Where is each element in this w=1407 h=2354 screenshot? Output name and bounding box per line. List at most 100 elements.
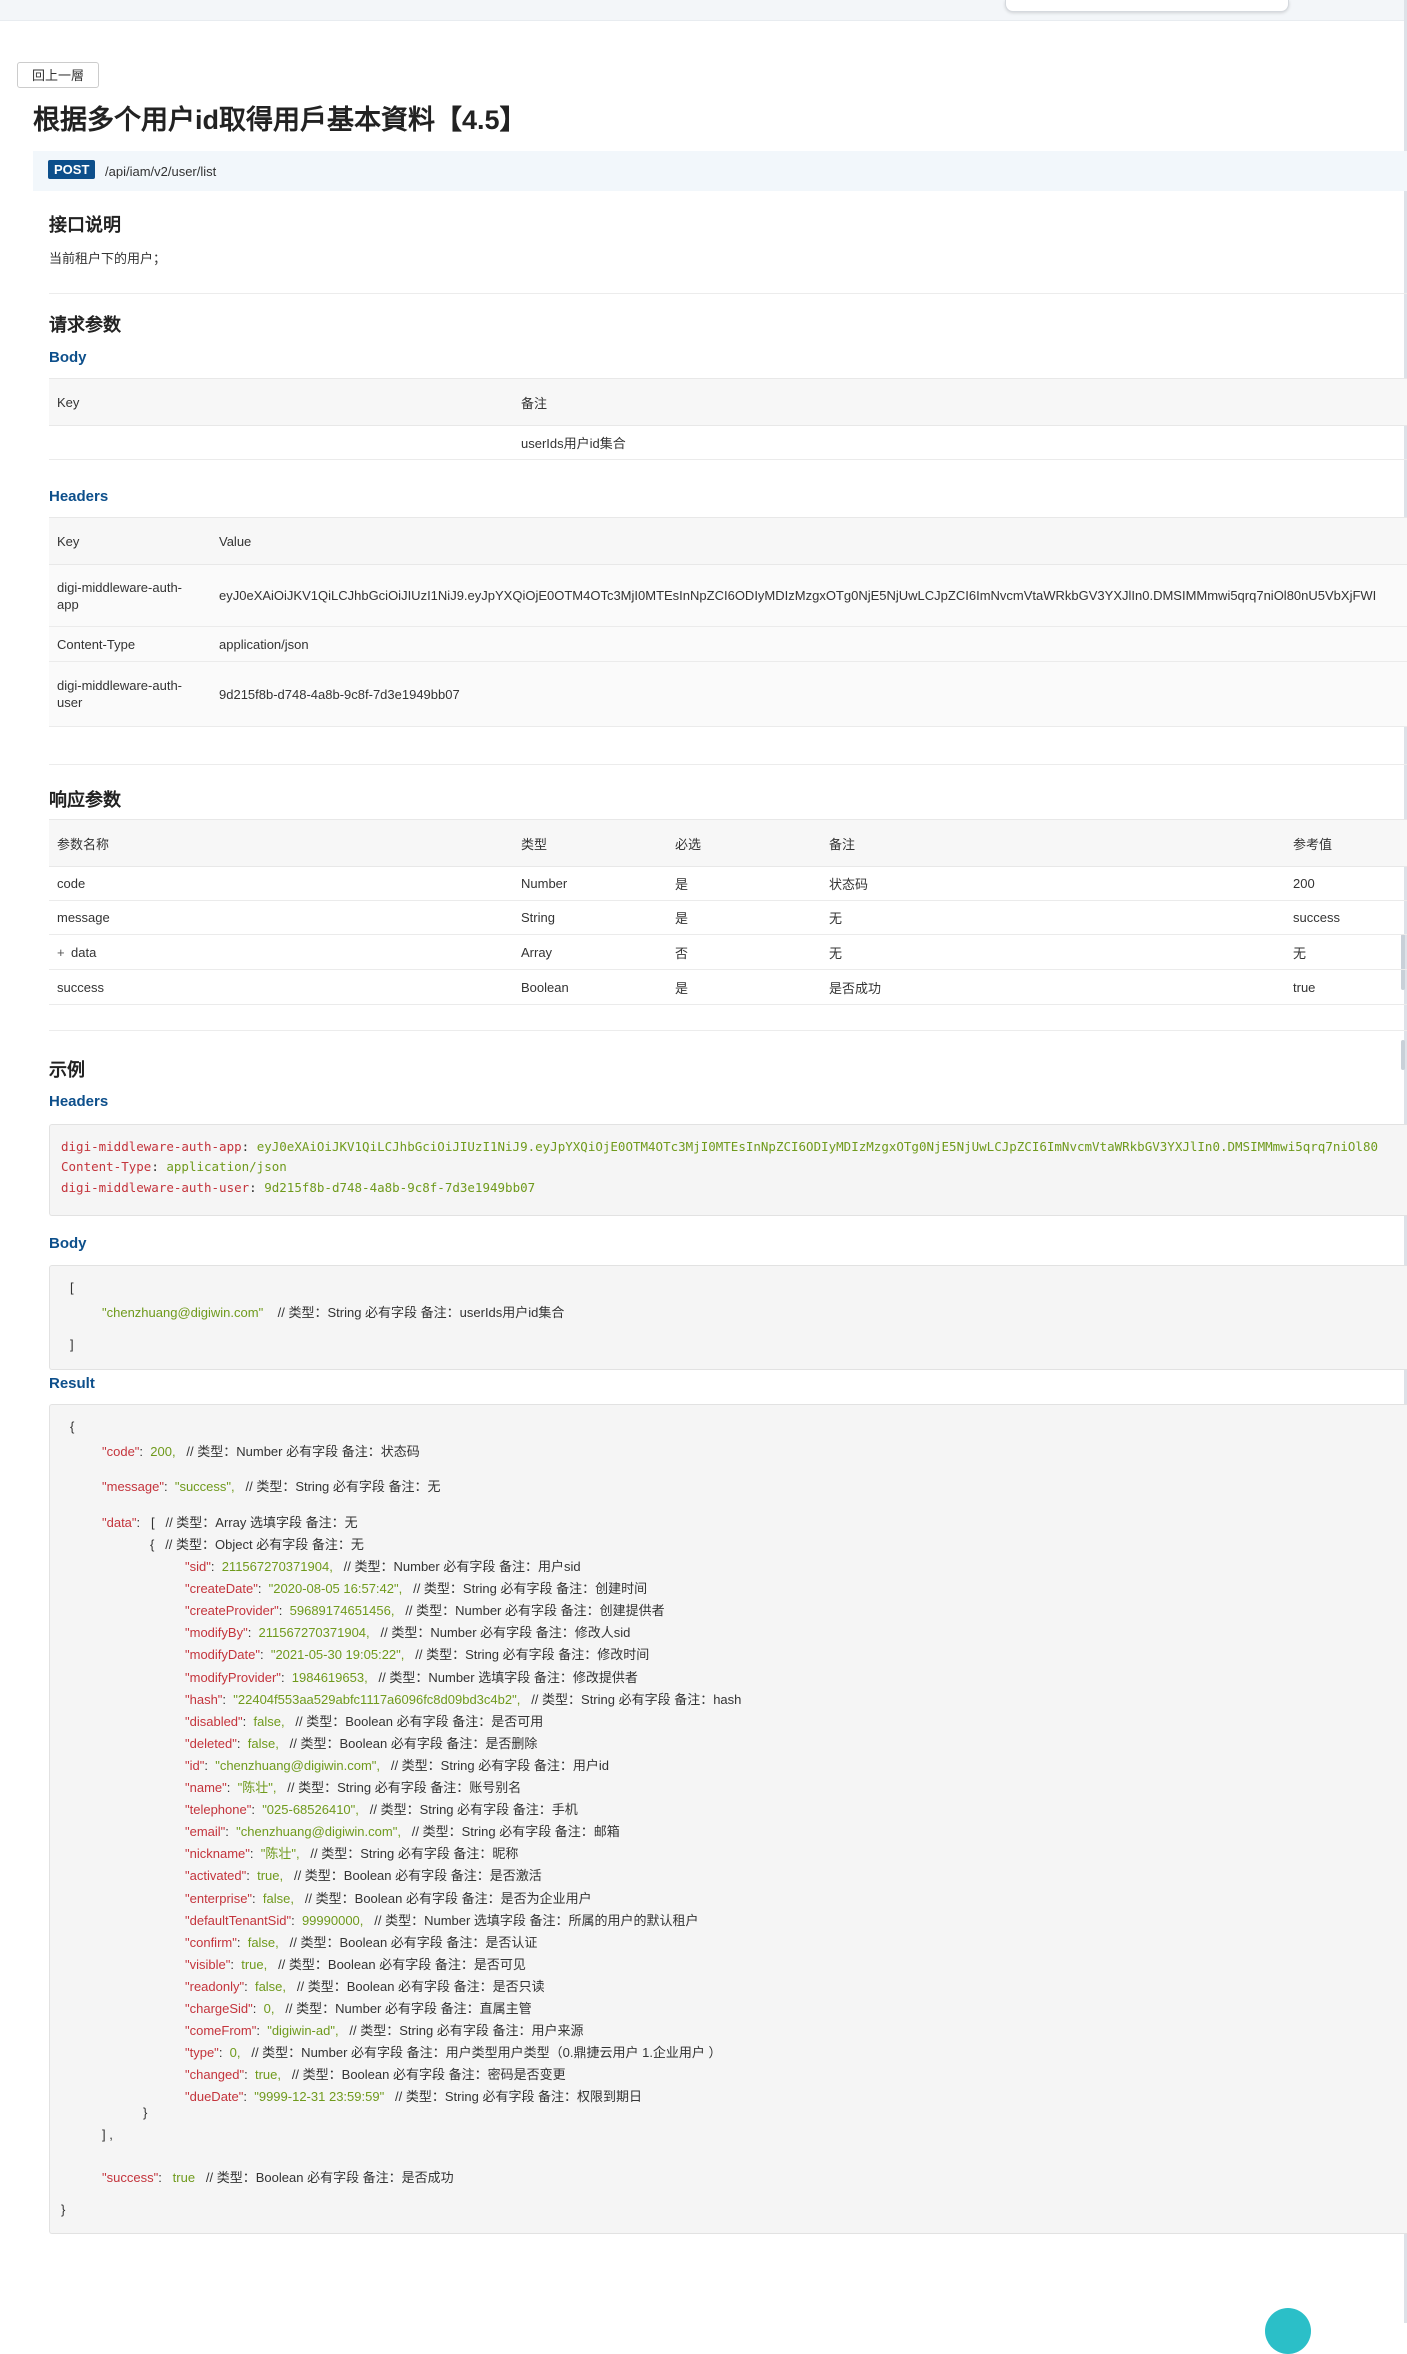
top-dropdown-tab[interactable] [1005, 0, 1289, 12]
code-bracket: ] [70, 1337, 74, 1352]
code-comment: // 类型：Number 选填字段 备注：修改提供者 [378, 1669, 638, 1685]
code-line: "chenzhuang@digiwin.com" // 类型：String 必有… [102, 1302, 564, 1321]
api-path: /api/iam/v2/user/list [105, 164, 217, 179]
code-comment: // 类型：String 必有字段 备注：无 [245, 1479, 441, 1494]
divider [49, 293, 1407, 294]
code-line: { // 类型：Object 必有字段 备注：无 [150, 1534, 364, 1553]
header-value: 9d215f8b-d748-4a8b-9c8f-7d3e1949bb07 [264, 1180, 536, 1195]
code-line: "email": "chenzhuang@digiwin.com", // 类型… [185, 1824, 620, 1840]
code-bracket: [ [70, 1280, 74, 1295]
table-cell: 是 [667, 969, 821, 1005]
floating-action-button[interactable] [1265, 2308, 1311, 2354]
code-key: "code" [102, 1444, 140, 1459]
code-key: "confirm" [185, 1934, 237, 1950]
divider [49, 1030, 1407, 1031]
code-comment: // 类型：String 必有字段 备注：权限到期日 [395, 2089, 643, 2105]
table-cell: 是 [667, 900, 821, 935]
response-heading: 响应参数 [49, 790, 121, 810]
code-key: "enterprise" [185, 1890, 253, 1906]
code-line: "sid": 211567270371904, // 类型：Number 必有字… [185, 1559, 581, 1574]
code-value: "陈壮", [260, 1846, 300, 1862]
code-comment: // 类型：Number 必有字段 备注：创建提供者 [405, 1603, 665, 1619]
code-comment: // 类型：String 必有字段 备注：用户id [390, 1757, 609, 1773]
code-value: true, [257, 1868, 284, 1884]
code-value: true [172, 2170, 196, 2185]
table-row: message String 是 无 success [49, 900, 1407, 935]
code-key: "disabled" [185, 1713, 243, 1729]
table-row: userIds用户id集合 [49, 425, 1407, 460]
edge-marker [1401, 1040, 1405, 1070]
divider [49, 764, 1407, 765]
table-cell: application/json [211, 626, 1407, 662]
code-bracket: [ [150, 1515, 155, 1530]
back-button[interactable]: 回上一層 [17, 62, 100, 88]
code-comment: // 类型：String 必有字段 备注：userIds用户id集合 [277, 1305, 565, 1320]
code-key: "readonly" [185, 1978, 245, 1994]
code-value: 200, [150, 1444, 176, 1459]
code-line: "enterprise": false, // 类型：Boolean 必有字段 … [185, 1890, 592, 1906]
code-key: "name" [185, 1780, 227, 1795]
code-value: "success", [174, 1479, 235, 1494]
code-value: "digiwin-ad", [267, 2023, 339, 2039]
table-row: success Boolean 是 是否成功 true [49, 969, 1407, 1005]
code-line: "telephone": "025-68526410", // 类型：Strin… [185, 1802, 578, 1818]
code-key: "createDate" [185, 1581, 258, 1597]
response-params-table: 参数名称 类型 必选 备注 参考值 code Number 是 状态码 200 … [49, 819, 1407, 1005]
code-line: digi-middleware-auth-app: eyJ0eXAiOiJKV1… [61, 1139, 1379, 1154]
code-value: false, [254, 1978, 287, 1994]
code-key: "email" [185, 1824, 226, 1840]
table-cell: 9d215f8b-d748-4a8b-9c8f-7d3e1949bb07 [211, 661, 1407, 727]
code-value: "9999-12-31 23:59:59" [254, 2089, 385, 2105]
code-comment: // 类型：Boolean 必有字段 备注：是否成功 [205, 2170, 454, 2185]
example-result-label: Result [49, 1375, 95, 1392]
code-key: "chargeSid" [185, 2001, 253, 2016]
column-header: 参数名称 [49, 819, 513, 867]
code-comment: // 类型：String 必有字段 备注：修改时间 [415, 1647, 650, 1663]
code-value: "chenzhuang@digiwin.com", [215, 1757, 380, 1773]
code-line: "code": 200, // 类型：Number 必有字段 备注：状态码 [102, 1444, 420, 1459]
code-comment: // 类型：String 必有字段 备注：邮箱 [411, 1824, 620, 1840]
table-row: digi-middleware-auth-user 9d215f8b-d748-… [49, 661, 1407, 727]
table-cell: 200 [1285, 866, 1407, 901]
column-header: 类型 [513, 819, 667, 867]
table-row: code Number 是 状态码 200 [49, 866, 1407, 901]
table-cell: 状态码 [821, 866, 1285, 901]
table-cell: 无 [821, 934, 1285, 970]
api-endpoint-bar: POST /api/iam/v2/user/list [33, 151, 1407, 191]
http-method-badge: POST [48, 160, 96, 179]
table-cell: digi-middleware-auth-user [49, 661, 211, 727]
code-key: "data" [102, 1515, 137, 1530]
code-key: "hash" [185, 1691, 223, 1707]
code-comment: // 类型：Boolean 必有字段 备注：是否只读 [296, 1978, 545, 1994]
code-line: "deleted": false, // 类型：Boolean 必有字段 备注：… [185, 1735, 538, 1751]
code-comment: // 类型：String 必有字段 备注：hash [531, 1691, 742, 1707]
code-line: "createDate": "2020-08-05 16:57:42", // … [185, 1581, 648, 1597]
code-line: Content-Type: application/json [61, 1159, 287, 1174]
code-comment: // 类型：Number 必有字段 备注：修改人sid [380, 1625, 631, 1641]
table-cell: Array [513, 934, 667, 970]
code-line: "modifyProvider": 1984619653, // 类型：Numb… [185, 1669, 638, 1685]
code-key: "sid" [185, 1559, 211, 1574]
code-bracket: } [61, 2202, 66, 2217]
code-line: "modifyDate": "2021-05-30 19:05:22", // … [185, 1647, 650, 1663]
intro-text: 当前租户下的用户； [49, 251, 167, 266]
code-key: "nickname" [185, 1846, 250, 1862]
table-row[interactable]: + data Array 否 无 无 [49, 934, 1407, 970]
code-line: "createProvider": 59689174651456, // 类型：… [185, 1603, 665, 1619]
code-line: "name": "陈壮", // 类型：String 必有字段 备注：账号别名 [185, 1780, 522, 1795]
request-heading: 请求参数 [49, 315, 121, 335]
code-line: "visible": true, // 类型：Boolean 必有字段 备注：是… [185, 1956, 526, 1972]
table-cell: 无 [821, 900, 1285, 935]
code-key: "id" [185, 1757, 205, 1773]
code-key: "changed" [185, 2067, 245, 2083]
column-header: Key [49, 517, 211, 565]
code-comment: // 类型：Boolean 必有字段 备注：是否为企业用户 [304, 1890, 592, 1906]
table-cell: 否 [667, 934, 821, 970]
code-value: "chenzhuang@digiwin.com", [236, 1824, 401, 1840]
table-row: digi-middleware-auth-app eyJ0eXAiOiJKV1Q… [49, 564, 1407, 627]
code-value: "chenzhuang@digiwin.com" [102, 1305, 264, 1320]
code-value: "2020-08-05 16:57:42", [268, 1581, 403, 1597]
code-line: digi-middleware-auth-user: 9d215f8b-d748… [61, 1180, 536, 1195]
expand-icon[interactable]: + [57, 945, 71, 960]
code-comment: // 类型：String 必有字段 备注：账号别名 [287, 1780, 522, 1795]
